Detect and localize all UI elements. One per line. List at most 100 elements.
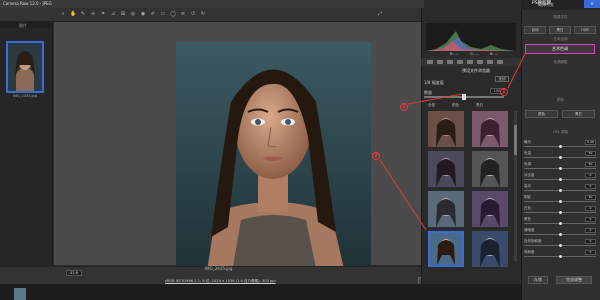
slider-value[interactable]: 0	[585, 239, 596, 244]
slider-knob[interactable]	[559, 156, 562, 159]
slider-knob[interactable]	[559, 233, 562, 236]
slider-label: 饱和度	[524, 250, 535, 254]
crop-icon[interactable]: ⌗	[100, 11, 106, 17]
filter-color[interactable]: 颜色	[452, 103, 459, 108]
slider-label: 高光	[524, 184, 531, 188]
profile-thumb[interactable]	[472, 151, 508, 187]
preferences-icon[interactable]: ≡	[180, 11, 186, 17]
slider-knob[interactable]	[559, 189, 562, 192]
image-canvas	[54, 22, 421, 278]
slider-knob[interactable]	[559, 255, 562, 258]
slider-value[interactable]: 0	[585, 217, 596, 222]
profile-filter-tabs: 全部 颜色 黑白	[424, 103, 514, 109]
slider-value[interactable]: 0	[585, 206, 596, 211]
filmstrip-header: 胶片	[0, 22, 53, 28]
profile-thumb-selected[interactable]	[428, 231, 464, 267]
slider-value[interactable]: 0	[585, 228, 596, 233]
edit-tab-hdr[interactable]: HDR	[574, 26, 596, 34]
rotate-right-icon[interactable]: ↻	[200, 11, 206, 17]
slider-value[interactable]: 50	[585, 162, 596, 167]
color-mode-button[interactable]: 颜色	[525, 110, 558, 118]
fullscreen-icon[interactable]: ⤢	[377, 11, 383, 17]
art-tone-button[interactable]: 艺术色调	[525, 44, 595, 54]
slider-knob[interactable]	[559, 178, 562, 181]
gradient-icon[interactable]: ▭	[160, 11, 166, 17]
filter-all[interactable]: 全部	[428, 103, 435, 108]
slider-row: 色调 50	[524, 162, 596, 171]
slider-row: 曝光 0.00	[524, 140, 596, 149]
annotation-arrow-1	[507, 51, 527, 89]
lens-tab-icon[interactable]	[477, 60, 483, 64]
preview-photo	[176, 42, 371, 278]
profile-thumb[interactable]	[428, 111, 464, 147]
split-toning-tab-icon[interactable]	[467, 60, 473, 64]
section-profile: 配置文件	[553, 15, 568, 19]
edit-panel-title: 简体中文	[538, 2, 554, 7]
slider-value[interactable]: 50	[585, 151, 596, 156]
edit-tab-bw[interactable]: 黑白	[549, 26, 571, 34]
status-thumbnail	[14, 288, 26, 300]
slider-value[interactable]: 50	[585, 195, 596, 200]
radial-filter-icon[interactable]: ◯	[170, 11, 176, 17]
edit-tab-auto[interactable]: 自动	[524, 26, 546, 34]
profile-scrollbar-thumb[interactable]	[514, 125, 517, 155]
profile-thumb[interactable]	[472, 191, 508, 227]
eyedropper-icon[interactable]: ✎	[80, 11, 86, 17]
tone-curve-tab-icon[interactable]	[437, 60, 443, 64]
slider-value[interactable]: 0	[585, 184, 596, 189]
section-art: 艺术色调	[553, 37, 568, 41]
basic-tab-icon[interactable]	[427, 60, 433, 64]
histogram-g: G: ---	[470, 52, 479, 56]
effects-tab-icon[interactable]	[487, 60, 493, 64]
brush-icon[interactable]: ✐	[150, 11, 156, 17]
histogram	[426, 23, 516, 51]
slider-value[interactable]: 0.00	[585, 140, 596, 145]
slider-row: 自然饱和度 0	[524, 239, 596, 248]
profile-thumb[interactable]	[428, 191, 464, 227]
transform-icon[interactable]: ⊞	[120, 11, 126, 17]
slider-row: 高光 0	[524, 184, 596, 193]
profile-thumb[interactable]	[472, 111, 508, 147]
slider-label: 黑色	[524, 217, 531, 221]
detail-tab-icon[interactable]	[447, 60, 453, 64]
edit-close-button[interactable]: ×	[584, 0, 600, 8]
section-hsl: HSL 调整	[553, 130, 568, 134]
zoom-tool-icon[interactable]: ⌕	[60, 11, 66, 17]
image-filename: IMG_2435.jpg	[205, 266, 233, 271]
annotation-3: 3	[400, 103, 408, 111]
slider-row: 白色 0	[524, 206, 596, 215]
amount-header: 1/8 幅度值	[424, 80, 444, 85]
color-sampler-icon[interactable]: ✛	[90, 11, 96, 17]
status-strip	[0, 284, 600, 300]
slider-row: 饱和度 0	[524, 250, 596, 259]
slider-knob[interactable]	[559, 222, 562, 225]
spot-removal-icon[interactable]: ◎	[130, 11, 136, 17]
slider-row: 清晰度 0	[524, 228, 596, 237]
portrait-image	[176, 42, 371, 278]
slider-knob[interactable]	[559, 244, 562, 247]
slider-row: 色温 50	[524, 151, 596, 160]
hand-tool-icon[interactable]: ✋	[70, 11, 76, 17]
profile-grid	[426, 111, 518, 271]
rotate-left-icon[interactable]: ↺	[190, 11, 196, 17]
save-button[interactable]: 存储	[528, 276, 548, 284]
slider-value[interactable]: 0	[585, 173, 596, 178]
slider-knob[interactable]	[559, 200, 562, 203]
title-bar: Camera Raw 12.0 - JPEG	[0, 0, 424, 8]
done-button[interactable]: 完成调整	[556, 276, 592, 284]
slider-knob[interactable]	[559, 167, 562, 170]
profile-thumb[interactable]	[472, 231, 508, 267]
straighten-icon[interactable]: ⊿	[110, 11, 116, 17]
red-eye-icon[interactable]: ◉	[140, 11, 146, 17]
zoom-level[interactable]: 41.6	[66, 270, 82, 276]
section-color: 颜色	[557, 98, 564, 102]
slider-value[interactable]: 0	[585, 250, 596, 255]
profile-thumb[interactable]	[428, 151, 464, 187]
calibration-tab-icon[interactable]	[497, 60, 503, 64]
filmstrip-thumbnail[interactable]	[6, 41, 44, 93]
slider-knob[interactable]	[559, 211, 562, 214]
bw-mode-button[interactable]: 黑白	[562, 110, 595, 118]
hsl-tab-icon[interactable]	[457, 60, 463, 64]
slider-knob[interactable]	[559, 145, 562, 148]
filter-bw[interactable]: 黑白	[476, 103, 483, 108]
